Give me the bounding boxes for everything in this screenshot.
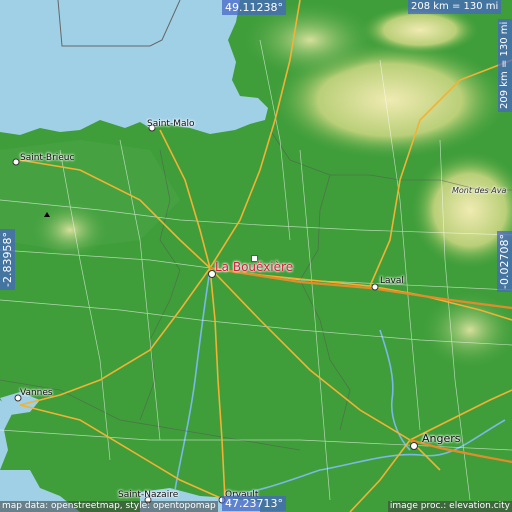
highland-west bbox=[30, 200, 110, 260]
city-label-saint-brieuc: Saint-Brieuc bbox=[20, 153, 75, 163]
credit-image-processing: image proc.: elevation.city bbox=[387, 501, 512, 512]
city-label-laval: Laval bbox=[380, 276, 404, 286]
east-coordinate: -0.02708° bbox=[497, 231, 512, 292]
south-coordinate: 47.23713° bbox=[222, 496, 286, 511]
scale-vertical: 209 km = 130 mi bbox=[498, 18, 512, 112]
north-coordinate: 49.11238° bbox=[222, 0, 286, 15]
city-label-saint-malo: Saint-Malo bbox=[147, 119, 195, 129]
city-label-saint-nazaire: Saint-Nazaire bbox=[118, 490, 179, 500]
place-label: La Bouëxière bbox=[215, 260, 294, 274]
city-label-angers: Angers bbox=[422, 432, 461, 445]
credit-map-data: map data: openstreetmap, style: opentopo… bbox=[0, 501, 218, 512]
map[interactable]: Saint-Malo Saint-Brieuc Laval Vannes Ang… bbox=[0, 0, 512, 512]
west-coordinate: -2.83958° bbox=[0, 229, 15, 290]
scale-horizontal: 208 km = 130 mi bbox=[408, 0, 502, 14]
peak-label-mont-des-avaloirs: Mont des Ava bbox=[452, 186, 507, 195]
city-label-vannes: Vannes bbox=[20, 388, 53, 398]
